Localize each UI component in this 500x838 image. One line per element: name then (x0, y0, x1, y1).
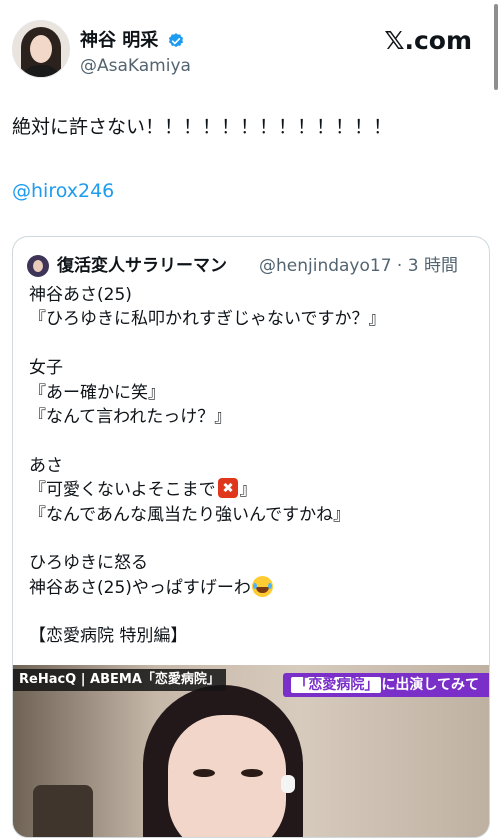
quote-line: 『なんであんな風当たり強いんですかね』 (29, 504, 351, 525)
scrollbar[interactable] (494, 4, 498, 90)
x-brand-logo: 𝕏.com (384, 26, 472, 55)
quote-line: 『あー確かに笑』 (29, 382, 165, 403)
quote-line-text: 『可愛くないよそこまで (29, 480, 216, 501)
quote-line (29, 332, 386, 356)
media-caption-highlight: 「恋愛病院」 (291, 677, 382, 693)
quoted-post-media[interactable]: ReHacQ | ABEMA「恋愛病院」 「恋愛病院」 に出演してみて (13, 665, 489, 837)
quote-line: 【恋愛病院 特別編】 (29, 626, 188, 647)
quote-line: 女子 (29, 358, 63, 379)
quoted-post-card[interactable]: 復活変人サラリーマン @henjindayo17 · 3 時間 神谷あさ(25)… (12, 236, 490, 838)
mention-link[interactable]: @hirox246 (12, 177, 114, 205)
quoted-author-meta[interactable]: @henjindayo17 · 3 時間 (259, 254, 458, 278)
quote-line: あさ (29, 455, 63, 476)
author-avatar[interactable] (12, 20, 70, 78)
quote-line (29, 600, 386, 624)
media-earbud (281, 775, 295, 793)
verified-badge-icon (169, 33, 184, 48)
quote-line-text: 神谷あさ(25)やっぱすげーわ (29, 577, 251, 598)
media-person-eye (241, 769, 263, 777)
media-caption-right: 「恋愛病院」 に出演してみて (283, 673, 489, 697)
quote-line: ひろゆきに怒る (29, 553, 148, 574)
anger-symbol-emoji-icon (217, 478, 238, 499)
quote-line-text: 』 (239, 480, 257, 501)
post-text: 絶対に許さない！！！！！！！！！！！！！ (12, 116, 393, 138)
author-display-name[interactable]: 神谷 明采 (80, 30, 158, 52)
quoted-post-header: 復活変人サラリーマン @henjindayo17 · 3 時間 (27, 253, 481, 279)
quote-line-with-emoji: 神谷あさ(25)やっぱすげーわ (29, 575, 386, 600)
quote-line: 『ひろゆきに私叩かれすぎじゃないですか？』 (29, 309, 386, 330)
tears-of-joy-emoji-icon (251, 575, 273, 597)
media-caption-left: ReHacQ | ABEMA「恋愛病院」 (13, 669, 226, 691)
quote-line (29, 429, 386, 453)
media-caption-rest: に出演してみて (381, 677, 479, 693)
media-foreground-object (33, 785, 93, 837)
quote-line: 『なんて言われたっけ？』 (29, 406, 232, 427)
quoted-author-avatar[interactable] (27, 255, 49, 277)
post-header: 神谷 明采 @AsaKamiya 𝕏.com (12, 20, 476, 84)
quote-line (29, 527, 386, 551)
quoted-author-name[interactable]: 復活変人サラリーマン (57, 254, 227, 278)
quote-line: 神谷あさ(25) (29, 285, 132, 305)
avatar-face (30, 35, 52, 63)
media-person-eye (193, 769, 215, 777)
quoted-post-text: 神谷あさ(25) 『ひろゆきに私叩かれすぎじゃないですか？』 女子 『あー確かに… (29, 283, 386, 649)
quote-line-with-emoji: 『可愛くないよそこまで 』 (29, 478, 386, 502)
media-person-face (168, 715, 286, 837)
author-name-block: 神谷 明采 @AsaKamiya (80, 30, 191, 77)
author-handle[interactable]: @AsaKamiya (80, 55, 191, 77)
